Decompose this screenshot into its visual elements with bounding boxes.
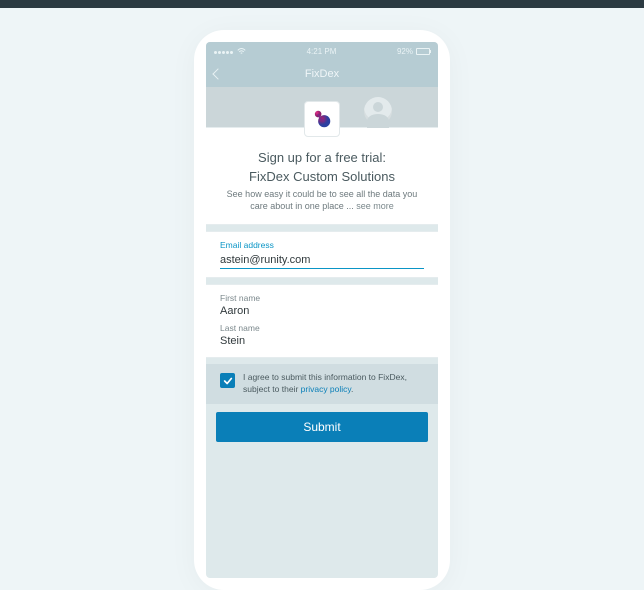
battery-pct: 92% <box>397 47 413 56</box>
page-top-strip <box>0 0 644 8</box>
consent-checkbox[interactable] <box>220 373 235 388</box>
name-section: First name Aaron Last name Stein <box>206 284 438 358</box>
privacy-policy-link[interactable]: privacy policy <box>301 384 351 394</box>
status-bar: 4:21 PM 92% <box>206 42 438 60</box>
avatar <box>364 97 392 125</box>
email-label: Email address <box>220 240 424 250</box>
see-more-link[interactable]: see more <box>356 201 394 211</box>
status-right: 92% <box>397 47 430 56</box>
consent-text: I agree to submit this information to Fi… <box>243 372 424 396</box>
first-name-input[interactable]: Aaron <box>220 303 424 319</box>
status-left <box>214 47 246 56</box>
consent-row: I agree to submit this information to Fi… <box>206 364 438 404</box>
back-button[interactable] <box>212 68 223 79</box>
submit-button[interactable]: Submit <box>216 412 428 442</box>
phone-frame: 4:21 PM 92% FixDex Sign up for a free tr… <box>194 30 450 590</box>
intro-card: Sign up for a free trial: FixDex Custom … <box>206 127 438 225</box>
phone-screen: 4:21 PM 92% FixDex Sign up for a free tr… <box>206 42 438 578</box>
page-title: Sign up for a free trial: <box>220 150 424 165</box>
email-section: Email address <box>206 231 438 278</box>
consent-suffix: . <box>351 384 353 394</box>
nav-bar: FixDex <box>206 60 438 87</box>
page-subtitle: FixDex Custom Solutions <box>220 169 424 184</box>
signal-icon <box>214 47 234 56</box>
profile-banner <box>206 87 438 127</box>
last-name-label: Last name <box>220 323 424 333</box>
first-name-label: First name <box>220 293 424 303</box>
wifi-icon <box>237 48 246 55</box>
nav-title: FixDex <box>305 68 339 80</box>
battery-icon <box>416 48 430 55</box>
last-name-input[interactable]: Stein <box>220 333 424 349</box>
status-time: 4:21 PM <box>307 47 337 56</box>
page-description: See how easy it could be to see all the … <box>220 188 424 212</box>
email-input[interactable] <box>220 252 424 269</box>
fixdex-logo-icon <box>311 108 333 130</box>
checkmark-icon <box>223 376 233 386</box>
app-icon <box>304 101 340 137</box>
